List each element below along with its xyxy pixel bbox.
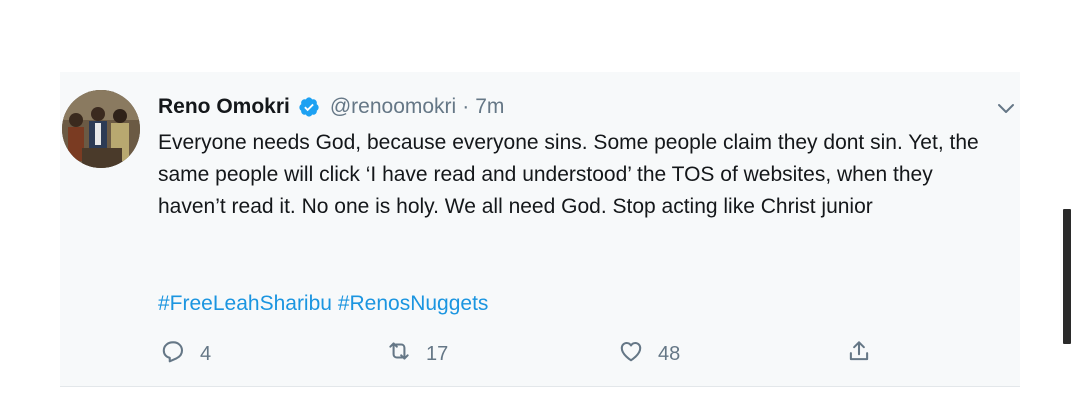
like-count: 48 — [658, 342, 681, 365]
heart-icon — [618, 338, 644, 370]
tweet-text: Everyone needs God, because everyone sin… — [158, 131, 979, 218]
retweet-count: 17 — [426, 342, 449, 365]
reply-button[interactable]: 4 — [160, 338, 211, 370]
tweet-timestamp[interactable]: 7m — [475, 95, 504, 119]
tweet-header: Reno Omokri @renoomokri · 7m — [158, 92, 504, 122]
author-name[interactable]: Reno Omokri — [158, 95, 290, 119]
hashtag-link[interactable]: #RenosNuggets — [338, 292, 489, 315]
separator-dot: · — [462, 95, 470, 118]
author-handle[interactable]: @renoomokri — [330, 95, 456, 119]
chevron-down-icon[interactable] — [994, 96, 1018, 120]
tweet-card[interactable]: Reno Omokri @renoomokri · 7m Everyone ne… — [60, 72, 1020, 387]
like-button[interactable]: 48 — [618, 338, 680, 370]
avatar[interactable] — [62, 90, 140, 168]
share-button[interactable] — [846, 338, 872, 370]
retweet-button[interactable]: 17 — [386, 338, 448, 370]
hashtag-link[interactable]: #FreeLeahSharibu — [158, 292, 332, 315]
avatar-photo — [62, 90, 140, 168]
retweet-icon — [386, 338, 412, 370]
page: Reno Omokri @renoomokri · 7m Everyone ne… — [0, 0, 1080, 403]
reply-icon — [160, 338, 186, 370]
reply-count: 4 — [200, 342, 212, 365]
verified-badge-icon — [298, 96, 320, 118]
share-icon — [846, 338, 872, 370]
tweet-actions: 4 17 48 — [158, 338, 898, 370]
scrollbar[interactable] — [1063, 209, 1071, 344]
hashtag-list: #FreeLeahSharibu #RenosNuggets — [158, 288, 488, 320]
